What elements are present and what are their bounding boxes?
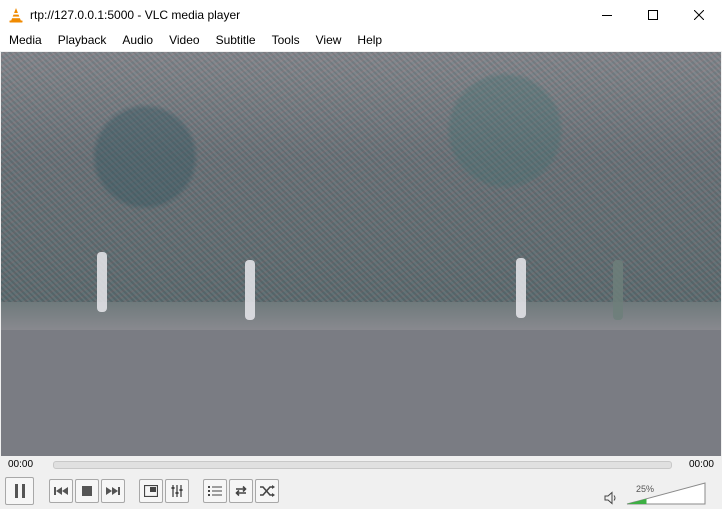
maximize-icon — [648, 10, 658, 20]
menu-video[interactable]: Video — [161, 30, 207, 51]
window-controls — [584, 0, 722, 30]
video-area[interactable] — [1, 52, 721, 456]
close-icon — [694, 10, 704, 20]
pause-icon — [14, 484, 25, 498]
speaker-icon[interactable] — [604, 491, 618, 505]
menu-audio[interactable]: Audio — [114, 30, 161, 51]
close-button[interactable] — [676, 0, 722, 30]
seek-row: 00:00 00:00 — [0, 456, 722, 474]
previous-button[interactable] — [49, 479, 73, 503]
stop-icon — [82, 486, 92, 496]
elapsed-time: 00:00 — [8, 459, 34, 470]
menu-view[interactable]: View — [308, 30, 350, 51]
previous-icon — [54, 487, 68, 495]
next-button[interactable] — [101, 479, 125, 503]
video-frame-player — [613, 260, 623, 320]
pause-button[interactable] — [5, 477, 34, 505]
volume-percentage: 25% — [636, 484, 655, 494]
video-frame-player — [97, 252, 107, 312]
loop-icon — [235, 485, 247, 497]
menu-subtitle[interactable]: Subtitle — [208, 30, 264, 51]
playlist-icon — [208, 486, 222, 496]
title-bar: rtp://127.0.0.1:5000 - VLC media player — [0, 0, 722, 30]
fullscreen-button[interactable] — [139, 479, 163, 503]
menu-playback[interactable]: Playback — [50, 30, 115, 51]
loop-button[interactable] — [229, 479, 253, 503]
menu-media[interactable]: Media — [0, 30, 50, 51]
minimize-button[interactable] — [584, 0, 630, 30]
next-icon — [106, 487, 120, 495]
maximize-button[interactable] — [630, 0, 676, 30]
extended-settings-button[interactable] — [165, 479, 189, 503]
seek-slider[interactable] — [53, 461, 672, 469]
total-time: 00:00 — [688, 459, 714, 470]
window-title: rtp://127.0.0.1:5000 - VLC media player — [30, 8, 241, 22]
shuffle-icon — [260, 485, 275, 497]
fullscreen-icon — [144, 485, 158, 497]
menu-tools[interactable]: Tools — [264, 30, 308, 51]
minimize-icon — [602, 15, 612, 16]
stop-button[interactable] — [75, 479, 99, 503]
video-frame-player — [245, 260, 255, 320]
playlist-button[interactable] — [203, 479, 227, 503]
video-frame-field — [1, 330, 721, 456]
video-frame-player — [516, 258, 526, 318]
shuffle-button[interactable] — [255, 479, 279, 503]
menu-help[interactable]: Help — [349, 30, 390, 51]
extended-settings-icon — [171, 485, 183, 497]
vlc-cone-icon — [9, 8, 23, 23]
menu-bar: Media Playback Audio Video Subtitle Tool… — [0, 30, 722, 51]
